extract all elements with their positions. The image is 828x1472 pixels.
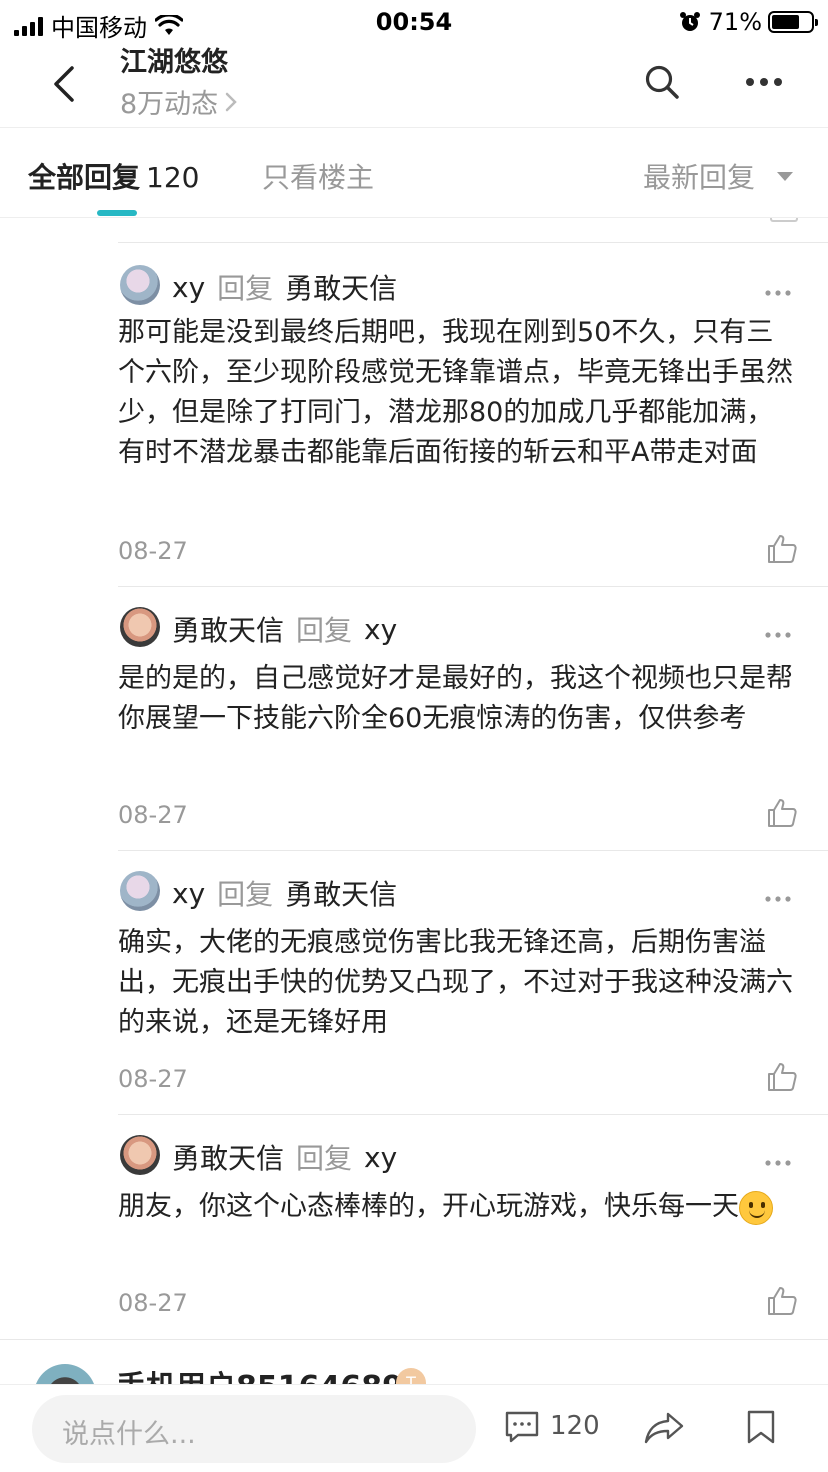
battery-icon — [768, 11, 818, 33]
reply-item: 勇敢天信 回复 xy 朋友，你这个心态棒棒的，开心玩游戏，快乐每一天 08-27 — [118, 1114, 828, 1340]
tab-op-only[interactable]: 只看楼主 — [262, 156, 374, 196]
status-right: 71% — [679, 8, 818, 36]
battery-percent: 71% — [708, 8, 762, 36]
like-icon-partial — [770, 218, 798, 222]
reply-more-icon[interactable] — [764, 1159, 792, 1167]
reply-more-icon[interactable] — [764, 289, 792, 297]
reply-header: 勇敢天信 回复 xy — [172, 609, 397, 649]
sort-dropdown[interactable]: 最新回复 — [643, 156, 794, 196]
reply-word: 回复 — [296, 614, 353, 647]
active-tab-indicator — [97, 210, 137, 216]
tab-all-count: 120 — [146, 161, 200, 194]
comment-count[interactable]: 120 — [550, 1411, 600, 1441]
back-arrow-icon[interactable] — [48, 64, 84, 104]
alarm-icon — [679, 12, 700, 31]
chevron-right-icon — [225, 92, 237, 111]
avatar[interactable] — [120, 607, 160, 647]
tab-all-label: 全部回复 — [28, 161, 141, 194]
reply-author[interactable]: 勇敢天信 — [172, 609, 284, 649]
reply-header: 勇敢天信 回复 xy — [172, 1137, 397, 1177]
reply-target[interactable]: xy — [364, 613, 397, 646]
tab-all-replies[interactable]: 全部回复 120 — [28, 156, 199, 196]
avatar[interactable] — [34, 1364, 96, 1384]
post-count-link[interactable]: 8万动态 — [120, 82, 238, 121]
reply-date: 08-27 — [118, 1289, 188, 1317]
thumbs-up-icon[interactable] — [766, 797, 798, 829]
reply-text: 朋友，你这个心态棒棒的，开心玩游戏，快乐每一天 — [118, 1187, 798, 1227]
reply-header: xy 回复 勇敢天信 — [172, 267, 397, 307]
reply-author[interactable]: 勇敢天信 — [172, 1137, 284, 1177]
thumbs-up-icon[interactable] — [766, 1061, 798, 1093]
reply-tabs: 全部回复 120 只看楼主 最新回复 — [0, 128, 828, 218]
battery-fill — [772, 15, 799, 29]
post-count-label: 8万动态 — [120, 89, 219, 120]
comment-author[interactable]: 手机用户85164689 — [116, 1362, 403, 1384]
reply-target[interactable]: xy — [364, 1141, 397, 1174]
comment-icon[interactable] — [504, 1409, 540, 1445]
more-options-icon[interactable] — [744, 72, 784, 92]
caret-down-icon — [777, 171, 794, 181]
reply-word: 回复 — [217, 878, 274, 911]
search-icon[interactable] — [644, 64, 680, 100]
reply-input[interactable]: 说点什么... — [32, 1395, 476, 1463]
reply-word: 回复 — [217, 272, 274, 305]
reply-text: 确实，大佬的无痕感觉伤害比我无锋还高，后期伤害溢出，无痕出手快的优势又凸现了，不… — [118, 927, 793, 1038]
next-comment: 手机用户85164689 T — [0, 1340, 828, 1384]
reply-list: xy 回复 勇敢天信 那可能是没到最终后期吧，我现在刚到50不久，只有三个六阶，… — [0, 218, 828, 1340]
thumbs-up-icon[interactable] — [766, 1285, 798, 1317]
reply-target[interactable]: 勇敢天信 — [285, 267, 397, 307]
reply-item: xy 回复 勇敢天信 确实，大佬的无痕感觉伤害比我无锋还高，后期伤害溢出，无痕出… — [118, 850, 828, 1114]
reply-target[interactable]: 勇敢天信 — [285, 873, 397, 913]
reply-more-icon[interactable] — [764, 895, 792, 903]
reply-item: xy 回复 勇敢天信 那可能是没到最终后期吧，我现在刚到50不久，只有三个六阶，… — [118, 242, 828, 586]
reply-date: 08-27 — [118, 801, 188, 829]
reply-date: 08-27 — [118, 1065, 188, 1093]
reply-text: 那可能是没到最终后期吧，我现在刚到50不久，只有三个六阶，至少现阶段感觉无锋靠谱… — [118, 317, 793, 468]
reply-text: 是的是的，自己感觉好才是最好的，我这个视频也只是帮你展望一下技能六阶全60无痕惊… — [118, 663, 793, 734]
reply-text-content: 朋友，你这个心态棒棒的，开心玩游戏，快乐每一天 — [118, 1191, 739, 1222]
page-title[interactable]: 江湖悠悠 — [120, 40, 228, 79]
reply-word: 回复 — [296, 1142, 353, 1175]
reply-input-placeholder: 说点什么... — [62, 1419, 196, 1450]
reply-author[interactable]: xy — [172, 877, 205, 910]
avatar[interactable] — [120, 265, 160, 305]
header: 江湖悠悠 8万动态 — [0, 36, 828, 128]
reply-item: 勇敢天信 回复 xy 是的是的，自己感觉好才是最好的，我这个视频也只是帮你展望一… — [118, 586, 828, 850]
reply-author[interactable]: xy — [172, 271, 205, 304]
reply-date: 08-27 — [118, 537, 188, 565]
bookmark-icon[interactable] — [746, 1409, 776, 1445]
avatar[interactable] — [120, 871, 160, 911]
bottom-bar: 说点什么... 120 — [0, 1384, 828, 1472]
sort-label: 最新回复 — [643, 161, 756, 194]
share-icon[interactable] — [644, 1411, 684, 1445]
reply-more-icon[interactable] — [764, 631, 792, 639]
thumbs-up-icon[interactable] — [766, 533, 798, 565]
reply-header: xy 回复 勇敢天信 — [172, 873, 397, 913]
avatar[interactable] — [120, 1135, 160, 1175]
smile-emoji-icon — [739, 1190, 773, 1225]
